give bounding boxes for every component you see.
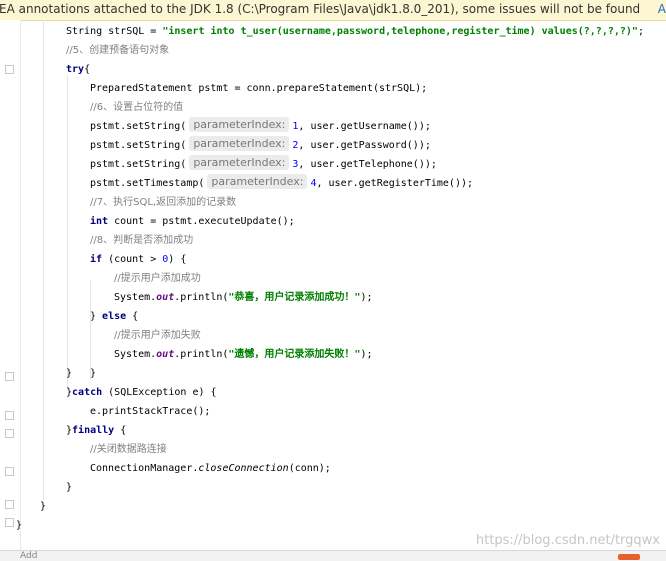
- code-line-brace: }: [66, 482, 73, 493]
- fold-marker-icon[interactable]: [5, 372, 14, 381]
- fold-marker-icon[interactable]: [5, 467, 14, 476]
- parameter-hint: parameterIndex:: [189, 136, 290, 151]
- parameter-hint: parameterIndex:: [189, 117, 290, 132]
- editor-gutter: [0, 20, 21, 550]
- fold-marker-icon[interactable]: [5, 429, 14, 438]
- code-line-setstring-2: pstmt.setString(parameterIndex: 2, user.g…: [90, 136, 431, 151]
- code-line-brace: }: [90, 368, 97, 379]
- banner-action-link[interactable]: A: [658, 0, 666, 18]
- indent-guide: [43, 20, 44, 500]
- banner-message: EA annotations attached to the JDK 1.8 (…: [0, 2, 641, 16]
- code-line-execute: int count = pstmt.executeUpdate();: [90, 216, 295, 227]
- code-line-finally: }finally {: [66, 425, 127, 436]
- code-line-try: try{: [66, 64, 91, 75]
- code-line-prepare: PreparedStatement pstmt = conn.prepareSt…: [90, 83, 428, 94]
- indicator-icon: [618, 554, 640, 560]
- code-line-if: if (count > 0) {: [90, 254, 187, 265]
- code-line-brace: }: [40, 501, 47, 512]
- code-line-printstacktrace: e.printStackTrace();: [90, 406, 211, 417]
- parameter-hint: parameterIndex:: [207, 174, 308, 189]
- fold-marker-icon[interactable]: [5, 500, 14, 509]
- code-comment: //提示用户添加失败: [114, 330, 201, 341]
- code-line-brace: }: [66, 368, 73, 379]
- fold-marker-icon[interactable]: [5, 411, 14, 420]
- fold-marker-icon[interactable]: [5, 518, 14, 527]
- code-line-setstring-3: pstmt.setString(parameterIndex: 3, user.g…: [90, 155, 437, 170]
- code-line-println-success: System.out.println("恭喜，用户记录添加成功！");: [114, 292, 373, 303]
- code-line-catch: }catch (SQLException e) {: [66, 387, 217, 398]
- fold-marker-icon[interactable]: [5, 65, 14, 74]
- code-comment: //7、执行SQL,返回添加的记录数: [90, 197, 237, 208]
- code-comment: //6、设置占位符的值: [90, 102, 184, 113]
- indent-guide: [67, 75, 68, 390]
- code-line-setstring-1: pstmt.setString(parameterIndex: 1, user.g…: [90, 117, 431, 132]
- code-comment: //关闭数据路连接: [90, 444, 167, 455]
- code-comment: //8、判断是否添加成功: [90, 235, 194, 246]
- parameter-hint: parameterIndex:: [189, 155, 290, 170]
- code-line-brace: }: [16, 520, 23, 531]
- watermark: https://blog.csdn.net/trgqwx: [475, 533, 660, 548]
- code-line-println-fail: System.out.println("遗憾，用户记录添加失败！");: [114, 349, 373, 360]
- code-line-sql: String strSQL = "insert into t_user(user…: [66, 26, 644, 37]
- code-line-close-connection: ConnectionManager.closeConnection(conn);: [90, 463, 331, 474]
- code-comment: //提示用户添加成功: [114, 273, 201, 284]
- code-comment: //5、创建预备语句对象: [66, 45, 170, 56]
- notification-banner: EA annotations attached to the JDK 1.8 (…: [0, 0, 666, 21]
- bottom-panel-bar: Add: [0, 550, 666, 561]
- code-line-settimestamp: pstmt.setTimestamp(parameterIndex: 4, use…: [90, 174, 474, 189]
- code-line-else: } else {: [90, 311, 139, 322]
